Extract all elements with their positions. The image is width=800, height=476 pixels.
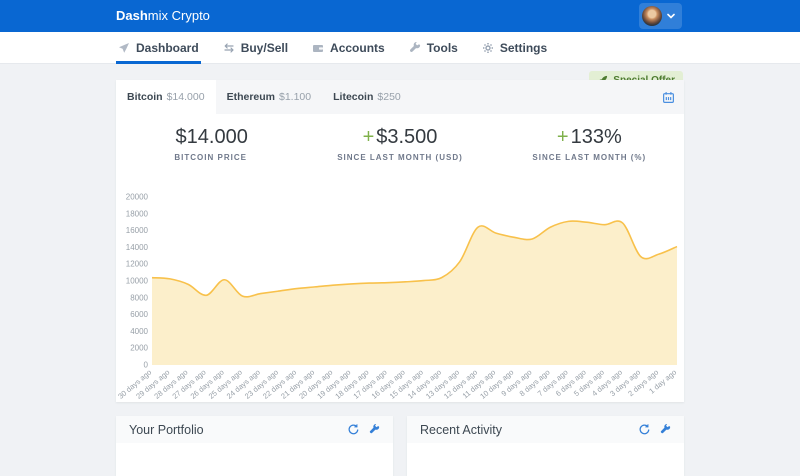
wrench-icon[interactable]	[660, 424, 671, 435]
plus-sign: +	[557, 126, 569, 148]
user-menu-dropdown[interactable]	[639, 3, 682, 29]
plus-sign: +	[363, 126, 375, 148]
stat-change-percent: +133% SINCE LAST MONTH (%)	[495, 114, 684, 180]
nav-item-label: Dashboard	[136, 41, 199, 55]
wallet-icon	[312, 42, 324, 54]
paper-plane-icon	[118, 42, 130, 54]
tab-ethereum[interactable]: Ethereum $1.100	[216, 80, 323, 114]
stats-row: $14.000 BITCOIN PRICE +$3.500 SINCE LAST…	[116, 114, 684, 180]
refresh-icon[interactable]	[348, 424, 359, 435]
swap-arrows-icon	[223, 42, 235, 54]
stat-value: $3.500	[376, 126, 437, 148]
avatar	[642, 6, 662, 26]
svg-text:10000: 10000	[126, 277, 149, 286]
wrench-icon[interactable]	[369, 424, 380, 435]
tab-name: Bitcoin	[127, 91, 163, 103]
svg-text:14000: 14000	[126, 243, 149, 252]
nav-item-tools[interactable]: Tools	[408, 32, 459, 64]
wrench-icon	[409, 42, 421, 54]
nav-item-label: Accounts	[330, 41, 385, 55]
tab-price: $14.000	[167, 91, 205, 103]
card-title: Recent Activity	[420, 423, 639, 437]
top-bar: Dashmix Crypto	[0, 0, 800, 32]
nav-item-accounts[interactable]: Accounts	[311, 32, 386, 64]
stat-bitcoin-price: $14.000 BITCOIN PRICE	[116, 114, 305, 180]
refresh-icon[interactable]	[639, 424, 650, 435]
chart-area: 0200040006000800010000120001400016000180…	[116, 180, 684, 402]
tab-name: Litecoin	[333, 91, 373, 103]
crypto-overview-card: Bitcoin $14.000 Ethereum $1.100 Litecoin…	[116, 80, 684, 402]
price-chart: 0200040006000800010000120001400016000180…	[116, 180, 684, 402]
tab-price: $250	[377, 91, 400, 103]
brand-rest: mix Crypto	[148, 8, 210, 23]
svg-text:12000: 12000	[126, 260, 149, 269]
svg-text:18000: 18000	[126, 209, 149, 218]
calendar-icon[interactable]	[660, 89, 676, 105]
stat-change-usd: +$3.500 SINCE LAST MONTH (USD)	[305, 114, 494, 180]
tab-litecoin[interactable]: Litecoin $250	[322, 80, 412, 114]
stat-value: 133%	[571, 126, 622, 148]
nav-item-label: Settings	[500, 41, 547, 55]
chevron-down-icon	[667, 13, 675, 19]
svg-text:6000: 6000	[130, 310, 148, 319]
tab-price: $1.100	[279, 91, 311, 103]
recent-activity-card: Recent Activity	[407, 416, 684, 476]
crypto-tabs: Bitcoin $14.000 Ethereum $1.100 Litecoin…	[116, 80, 684, 114]
gear-icon	[482, 42, 494, 54]
svg-text:2000: 2000	[130, 344, 148, 353]
nav-item-buy-sell[interactable]: Buy/Sell	[222, 32, 289, 64]
svg-text:20000: 20000	[126, 193, 149, 202]
svg-text:16000: 16000	[126, 226, 149, 235]
stat-label: SINCE LAST MONTH (USD)	[305, 153, 494, 162]
portfolio-card: Your Portfolio	[116, 416, 393, 476]
stat-label: SINCE LAST MONTH (%)	[495, 153, 684, 162]
stat-value: $14.000	[176, 126, 248, 148]
tab-name: Ethereum	[227, 91, 275, 103]
svg-text:8000: 8000	[130, 293, 148, 302]
brand-bold: Dash	[116, 8, 148, 23]
main-nav: Dashboard Buy/Sell Accounts Tools	[0, 32, 800, 64]
nav-item-settings[interactable]: Settings	[481, 32, 548, 64]
nav-item-label: Buy/Sell	[241, 41, 288, 55]
nav-item-label: Tools	[427, 41, 458, 55]
nav-item-dashboard[interactable]: Dashboard	[117, 32, 200, 64]
svg-text:4000: 4000	[130, 327, 148, 336]
tab-bitcoin[interactable]: Bitcoin $14.000	[116, 80, 216, 114]
card-title: Your Portfolio	[129, 423, 348, 437]
brand-logo[interactable]: Dashmix Crypto	[116, 0, 210, 32]
stat-label: BITCOIN PRICE	[116, 153, 305, 162]
